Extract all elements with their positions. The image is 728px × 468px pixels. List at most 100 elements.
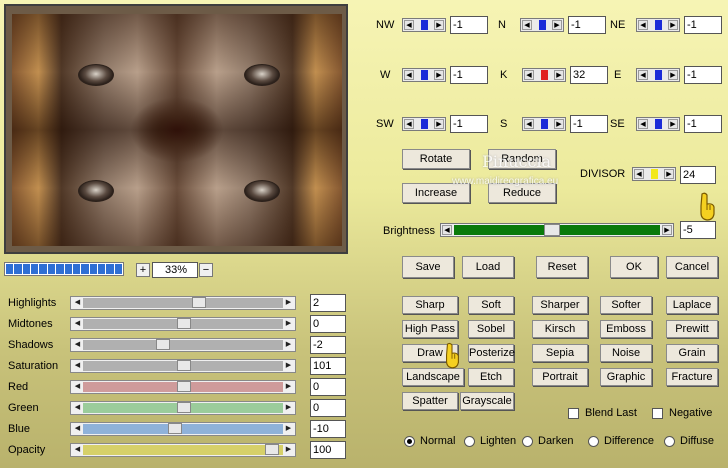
preset-spatter-button[interactable]: Spatter bbox=[402, 392, 458, 410]
direction-field-ne[interactable]: -1 bbox=[684, 16, 722, 34]
direction-slider-e[interactable]: ◀ ▶ bbox=[636, 68, 680, 82]
direction-slider-sw[interactable]: ◀ ▶ bbox=[402, 117, 446, 131]
tone-field-shadows[interactable]: -2 bbox=[310, 336, 346, 354]
slider-thumb[interactable] bbox=[177, 381, 191, 392]
tone-slider-green[interactable]: ◀ ▶ bbox=[70, 401, 296, 415]
left-arrow-icon[interactable]: ◀ bbox=[404, 20, 414, 30]
right-arrow-icon[interactable]: ▶ bbox=[668, 70, 678, 80]
left-arrow-icon[interactable]: ◀ bbox=[72, 445, 83, 455]
tone-slider-highlights[interactable]: ◀ ▶ bbox=[70, 296, 296, 310]
brightness-slider[interactable]: ◀ ▶ bbox=[440, 223, 674, 237]
preset-sharper-button[interactable]: Sharper bbox=[532, 296, 588, 314]
mode-radio-normal[interactable] bbox=[404, 436, 415, 447]
tone-slider-shadows[interactable]: ◀ ▶ bbox=[70, 338, 296, 352]
divisor-field[interactable]: 24 bbox=[680, 166, 716, 184]
direction-slider-ne[interactable]: ◀ ▶ bbox=[636, 18, 680, 32]
direction-slider-w[interactable]: ◀ ▶ bbox=[402, 68, 446, 82]
right-arrow-icon[interactable]: ▶ bbox=[434, 119, 444, 129]
direction-field-e[interactable]: -1 bbox=[684, 66, 722, 84]
left-arrow-icon[interactable]: ◀ bbox=[72, 319, 83, 329]
direction-thumb-w[interactable] bbox=[421, 70, 428, 80]
direction-slider-n[interactable]: ◀ ▶ bbox=[520, 18, 564, 32]
reset-button[interactable]: Reset bbox=[536, 256, 588, 278]
left-arrow-icon[interactable]: ◀ bbox=[442, 225, 452, 235]
slider-thumb[interactable] bbox=[192, 297, 207, 308]
tone-slider-midtones[interactable]: ◀ ▶ bbox=[70, 317, 296, 331]
tone-slider-saturation[interactable]: ◀ ▶ bbox=[70, 359, 296, 373]
left-arrow-icon[interactable]: ◀ bbox=[404, 70, 414, 80]
divisor-slider[interactable]: ◀ ▶ bbox=[632, 167, 676, 181]
left-arrow-icon[interactable]: ◀ bbox=[522, 20, 532, 30]
ok-button[interactable]: OK bbox=[610, 256, 658, 278]
right-arrow-icon[interactable]: ▶ bbox=[662, 225, 672, 235]
right-arrow-icon[interactable]: ▶ bbox=[283, 382, 294, 392]
direction-field-se[interactable]: -1 bbox=[684, 115, 722, 133]
left-arrow-icon[interactable]: ◀ bbox=[72, 424, 83, 434]
slider-thumb[interactable] bbox=[177, 360, 191, 371]
zoom-level-field[interactable]: 33% bbox=[152, 262, 198, 278]
preset-high-pass-button[interactable]: High Pass bbox=[402, 320, 458, 338]
direction-thumb-nw[interactable] bbox=[421, 20, 428, 30]
direction-thumb-n[interactable] bbox=[539, 20, 546, 30]
preset-sharp-button[interactable]: Sharp bbox=[402, 296, 458, 314]
direction-field-k[interactable]: 32 bbox=[570, 66, 608, 84]
right-arrow-icon[interactable]: ▶ bbox=[554, 70, 564, 80]
left-arrow-icon[interactable]: ◀ bbox=[524, 70, 534, 80]
preset-landscape-button[interactable]: Landscape bbox=[402, 368, 464, 386]
left-arrow-icon[interactable]: ◀ bbox=[72, 403, 83, 413]
left-arrow-icon[interactable]: ◀ bbox=[638, 70, 648, 80]
right-arrow-icon[interactable]: ▶ bbox=[283, 319, 294, 329]
preset-posterize-button[interactable]: Posterize bbox=[468, 344, 515, 362]
mode-radio-lighten[interactable] bbox=[464, 436, 475, 447]
mode-radio-difference[interactable] bbox=[588, 436, 599, 447]
direction-field-n[interactable]: -1 bbox=[568, 16, 606, 34]
preset-sobel-button[interactable]: Sobel bbox=[468, 320, 514, 338]
rotate-button[interactable]: Rotate bbox=[402, 149, 470, 169]
direction-slider-nw[interactable]: ◀ ▶ bbox=[402, 18, 446, 32]
brightness-field[interactable]: -5 bbox=[680, 221, 716, 239]
direction-field-w[interactable]: -1 bbox=[450, 66, 488, 84]
right-arrow-icon[interactable]: ▶ bbox=[283, 403, 294, 413]
right-arrow-icon[interactable]: ▶ bbox=[668, 119, 678, 129]
mode-radio-diffuse[interactable] bbox=[664, 436, 675, 447]
tone-slider-blue[interactable]: ◀ ▶ bbox=[70, 422, 296, 436]
slider-thumb[interactable] bbox=[265, 444, 280, 455]
right-arrow-icon[interactable]: ▶ bbox=[554, 119, 564, 129]
preset-noise-button[interactable]: Noise bbox=[600, 344, 652, 362]
right-arrow-icon[interactable]: ▶ bbox=[664, 169, 674, 179]
tone-field-opacity[interactable]: 100 bbox=[310, 441, 346, 459]
left-arrow-icon[interactable]: ◀ bbox=[72, 361, 83, 371]
brightness-thumb[interactable] bbox=[544, 224, 561, 236]
direction-field-nw[interactable]: -1 bbox=[450, 16, 488, 34]
left-arrow-icon[interactable]: ◀ bbox=[638, 20, 648, 30]
direction-thumb-ne[interactable] bbox=[655, 20, 662, 30]
direction-thumb-e[interactable] bbox=[655, 70, 662, 80]
direction-slider-se[interactable]: ◀ ▶ bbox=[636, 117, 680, 131]
tone-field-blue[interactable]: -10 bbox=[310, 420, 346, 438]
slider-thumb[interactable] bbox=[177, 402, 191, 413]
direction-field-sw[interactable]: -1 bbox=[450, 115, 488, 133]
tone-field-midtones[interactable]: 0 bbox=[310, 315, 346, 333]
preset-kirsch-button[interactable]: Kirsch bbox=[532, 320, 588, 338]
save-button[interactable]: Save bbox=[402, 256, 454, 278]
left-arrow-icon[interactable]: ◀ bbox=[404, 119, 414, 129]
right-arrow-icon[interactable]: ▶ bbox=[283, 361, 294, 371]
preset-sepia-button[interactable]: Sepia bbox=[532, 344, 588, 362]
mode-radio-darken[interactable] bbox=[522, 436, 533, 447]
cancel-button[interactable]: Cancel bbox=[666, 256, 718, 278]
direction-thumb-k[interactable] bbox=[541, 70, 548, 80]
tone-field-green[interactable]: 0 bbox=[310, 399, 346, 417]
zoom-in-button[interactable]: + bbox=[136, 263, 150, 277]
preset-grayscale-button[interactable]: Grayscale bbox=[460, 392, 514, 410]
preset-emboss-button[interactable]: Emboss bbox=[600, 320, 652, 338]
direction-thumb-s[interactable] bbox=[541, 119, 548, 129]
right-arrow-icon[interactable]: ▶ bbox=[283, 298, 294, 308]
direction-slider-k[interactable]: ◀ ▶ bbox=[522, 68, 566, 82]
preset-etch-button[interactable]: Etch bbox=[468, 368, 514, 386]
right-arrow-icon[interactable]: ▶ bbox=[283, 424, 294, 434]
preset-soft-button[interactable]: Soft bbox=[468, 296, 514, 314]
zoom-out-button[interactable]: − bbox=[199, 263, 213, 277]
preset-grain-button[interactable]: Grain bbox=[666, 344, 718, 362]
slider-thumb[interactable] bbox=[167, 423, 182, 434]
preset-prewitt-button[interactable]: Prewitt bbox=[666, 320, 718, 338]
